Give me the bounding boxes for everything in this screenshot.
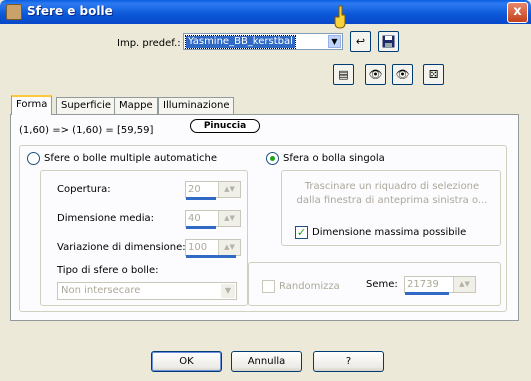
undo-icon[interactable]: ↩ [350,31,371,52]
stepper-arrows-icon[interactable]: ▲▼ [453,277,475,292]
type-value: Non intersecare [61,285,141,296]
tab-mappe[interactable]: Mappe [114,97,158,114]
type-dropdown[interactable]: Non intersecare ▼ [57,282,237,300]
save-icon[interactable] [378,31,399,52]
eye-lock-icon[interactable]: 👁 [365,64,386,85]
size-var-label: Variazione di dimensione: [57,242,186,253]
close-button[interactable]: x [507,2,528,23]
chevron-down-icon[interactable]: ▼ [328,35,341,48]
cancel-button[interactable]: Annulla [231,351,302,372]
tab-illuminazione[interactable]: Illuminazione [158,97,235,114]
coverage-label: Copertura: [57,184,111,195]
auto-radio-label: Sfere o bolle multiple automatiche [44,153,217,164]
chevron-down-icon[interactable]: ▼ [221,284,235,298]
size-var-stepper[interactable]: 100 ▲▼ [185,239,241,258]
seed-value: 21739 [407,279,439,290]
watermark: Pinuccia [190,119,260,133]
dice-icon[interactable]: ⚄ [423,64,444,85]
single-radio-label: Sfera o bolla singola [283,153,385,164]
pointer-hand-icon [334,5,346,29]
avg-size-slider[interactable] [186,226,216,229]
seed-label: Seme: [366,279,398,290]
auto-radio[interactable] [27,152,40,165]
preset-dropdown[interactable]: Yasmine_BB_kerstbal ▼ [183,33,343,50]
ok-button[interactable]: OK [151,351,222,372]
size-var-value: 100 [188,242,208,253]
coverage-stepper[interactable]: 20 ▲▼ [185,181,241,200]
type-label: Tipo di sfere o bolle: [57,265,159,276]
eye-icon[interactable]: 👁 [392,64,413,85]
avg-size-stepper[interactable]: 40 ▲▼ [185,210,241,229]
list-icon[interactable]: ▤ [333,64,354,85]
max-size-label: Dimensione massima possibile [312,227,467,238]
stepper-arrows-icon[interactable]: ▲▼ [218,211,240,226]
stepper-arrows-icon[interactable]: ▲▼ [218,182,240,197]
window-title: Sfere e bolle [27,4,113,18]
app-icon [6,4,22,20]
single-hint: Trascinare un riquadro di selezione dall… [296,181,488,206]
stepper-arrows-icon[interactable]: ▲▼ [218,240,240,255]
coverage-value: 20 [188,184,201,195]
preset-value: Yasmine_BB_kerstbal [185,35,296,49]
size-var-slider[interactable] [186,255,236,258]
seed-slider[interactable] [405,292,449,295]
preset-label: Imp. predef.: [117,38,181,49]
help-button[interactable]: ? [313,351,384,372]
randomize-label: Randomizza [279,281,340,292]
single-radio[interactable] [266,152,279,165]
tab-superficie[interactable]: Superficie [56,97,117,114]
seed-stepper[interactable]: 21739 ▲▼ [404,276,476,295]
avg-size-label: Dimensione media: [57,213,155,224]
max-size-checkbox[interactable]: ✓ [295,226,308,239]
randomize-checkbox[interactable] [262,280,275,293]
avg-size-value: 40 [188,213,201,224]
coords-readout: (1,60) => (1,60) = [59,59] [19,125,154,136]
coverage-slider[interactable] [186,197,216,200]
tab-forma[interactable]: Forma [11,95,53,115]
